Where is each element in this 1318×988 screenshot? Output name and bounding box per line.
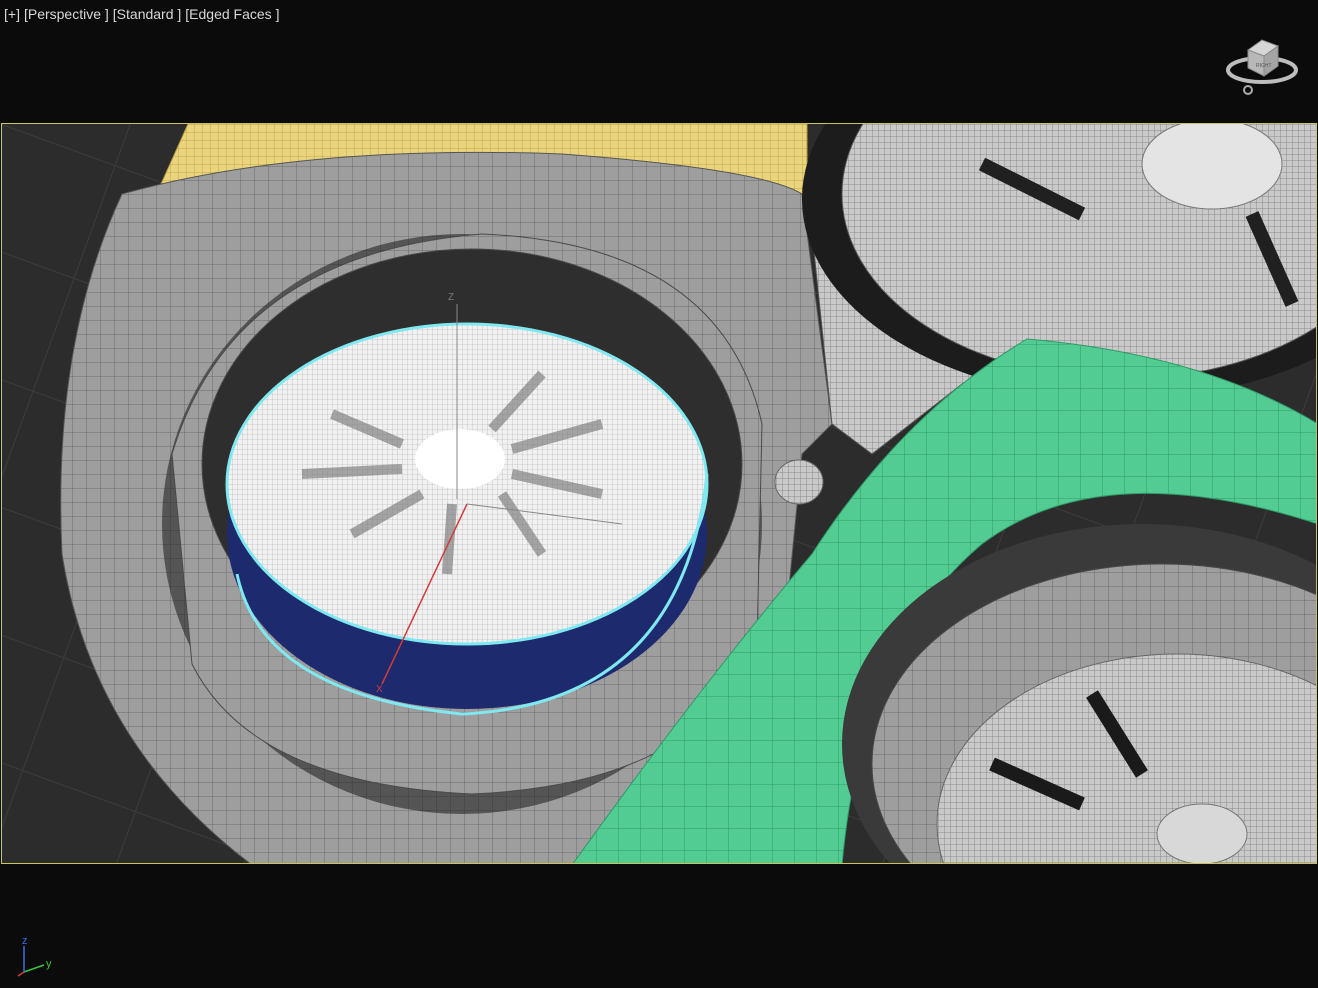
axis-z-label: z — [22, 935, 28, 947]
world-axis-gizmo: z y — [14, 932, 64, 982]
rim-hub — [415, 429, 505, 489]
valve-cap[interactable] — [774, 459, 824, 505]
viewport-display-menu[interactable]: [Edged Faces ] — [185, 6, 279, 22]
viewcube-face-label: RIGHT — [1256, 63, 1272, 69]
viewport-shading-menu[interactable]: [Standard ] — [113, 6, 182, 22]
rear-rim-hub — [1141, 124, 1283, 210]
viewcube-home-icon[interactable] — [1243, 85, 1253, 95]
lower-rim-hub — [1156, 803, 1248, 863]
gizmo-z-label: Z — [448, 292, 454, 303]
viewport-plus-menu[interactable]: [+] — [4, 6, 20, 22]
axis-y-label: y — [46, 958, 52, 970]
viewport-labels: [+] [Perspective ] [Standard ] [Edged Fa… — [4, 6, 279, 22]
gizmo-x-label: X — [376, 684, 383, 695]
perspective-viewport[interactable]: Z X — [1, 123, 1317, 864]
viewport-view-menu[interactable]: [Perspective ] — [24, 6, 109, 22]
viewcube[interactable]: RIGHT — [1224, 28, 1304, 100]
